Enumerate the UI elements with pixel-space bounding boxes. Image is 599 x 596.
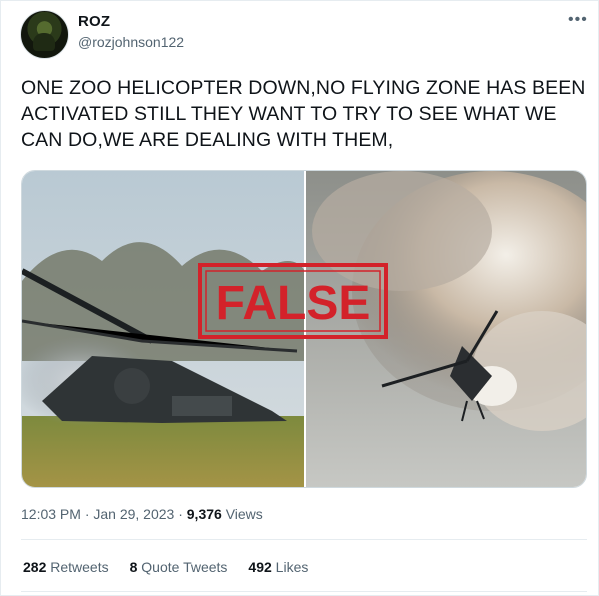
retweets-stat[interactable]: 282 Retweets	[23, 559, 109, 575]
tweet-media[interactable]: FALSE	[21, 170, 587, 488]
views-count: 9,376	[186, 506, 222, 522]
tweet-card: ROZ @rozjohnson122 ••• ONE ZOO HELICOPTE…	[0, 0, 599, 596]
avatar[interactable]	[20, 10, 69, 59]
user-handle[interactable]: @rozjohnson122	[78, 34, 184, 50]
false-label: FALSE	[216, 277, 371, 330]
tweet-text: ONE ZOO HELICOPTER DOWN,NO FLYING ZONE H…	[21, 77, 586, 151]
more-horizontal-icon[interactable]: •••	[568, 11, 588, 29]
display-name[interactable]: ROZ	[78, 13, 110, 30]
divider-bottom	[21, 591, 587, 592]
likes-stat[interactable]: 492 Likes	[248, 559, 308, 575]
engagement-stats: 282 Retweets 8 Quote Tweets 492 Likes	[23, 559, 308, 575]
quote-tweets-stat[interactable]: 8 Quote Tweets	[130, 559, 228, 575]
timestamp[interactable]: 12:03 PM · Jan 29, 2023 ·	[21, 506, 187, 522]
views-label: Views	[221, 506, 263, 522]
divider-top	[21, 539, 587, 540]
tweet-meta: 12:03 PM · Jan 29, 2023 · 9,376 Views	[21, 506, 263, 522]
